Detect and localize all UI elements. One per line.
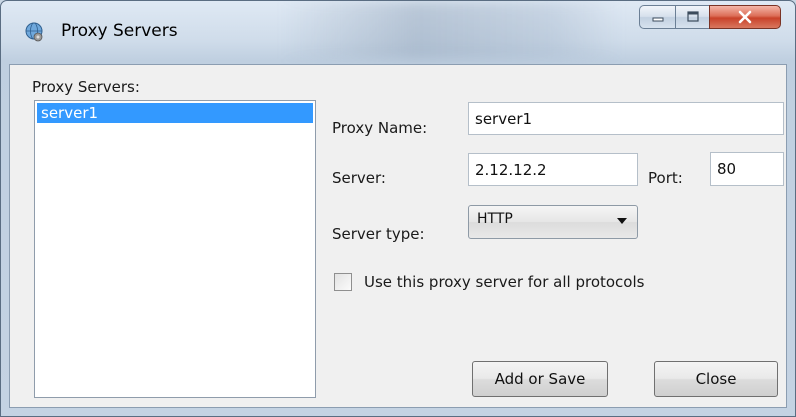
proxy-servers-list[interactable]: server1	[34, 100, 316, 398]
port-label: Port:	[648, 169, 683, 187]
port-input[interactable]	[710, 152, 784, 186]
chevron-down-icon	[617, 218, 627, 224]
titlebar-background	[281, 1, 621, 59]
close-window-button[interactable]	[709, 5, 781, 29]
dialog-client-area: Proxy Servers: server1 Proxy Name: Serve…	[9, 64, 787, 408]
add-or-save-button[interactable]: Add or Save	[472, 361, 608, 397]
close-icon	[738, 10, 752, 24]
server-input[interactable]	[468, 153, 638, 186]
window-title: Proxy Servers	[61, 21, 178, 41]
close-button[interactable]: Close	[654, 361, 778, 397]
proxy-name-input[interactable]	[468, 102, 784, 135]
maximize-button[interactable]	[675, 5, 709, 29]
globe-gear-icon	[25, 22, 43, 42]
minimize-icon	[652, 17, 663, 22]
list-item[interactable]: server1	[37, 103, 313, 123]
minimize-button[interactable]	[639, 5, 675, 29]
server-label: Server:	[332, 169, 386, 187]
proxy-servers-list-label: Proxy Servers:	[32, 78, 140, 96]
proxy-name-label: Proxy Name:	[332, 119, 428, 137]
server-type-dropdown[interactable]: HTTP	[468, 205, 638, 239]
proxy-servers-window: Proxy Servers Proxy Servers: server1 Pro…	[0, 0, 796, 417]
maximize-icon	[686, 11, 699, 22]
server-type-label: Server type:	[332, 225, 425, 243]
caption-buttons	[639, 5, 785, 31]
server-type-value: HTTP	[477, 211, 513, 227]
use-all-protocols-label: Use this proxy server for all protocols	[364, 273, 645, 291]
use-all-protocols-checkbox[interactable]	[334, 273, 352, 291]
